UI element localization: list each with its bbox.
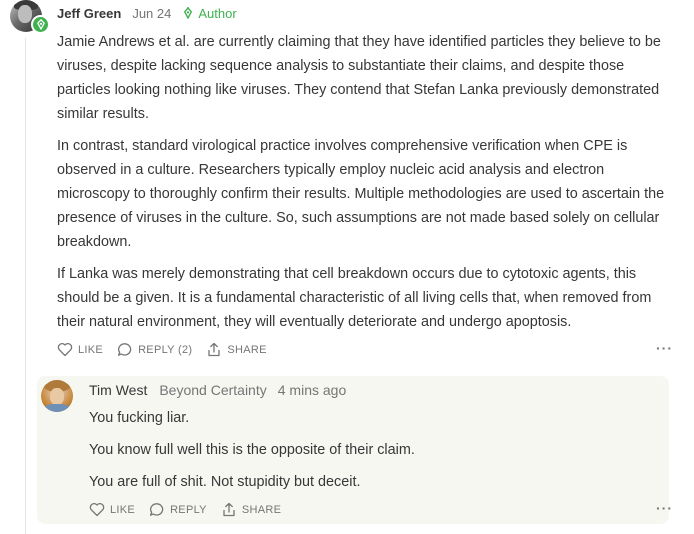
comment-paragraph: You are full of shit. Not stupidity but … [89, 474, 361, 490]
share-icon [223, 502, 235, 517]
comment-paragraph: You fucking liar. [89, 410, 190, 426]
avatar[interactable] [41, 380, 73, 412]
comment-actions: LIKE REPLY (2) SHARE [57, 342, 281, 357]
thread-line [25, 38, 26, 534]
comment-actions: LIKE REPLY SHARE [89, 502, 295, 517]
like-button[interactable]: LIKE [89, 502, 135, 517]
like-button[interactable]: LIKE [57, 342, 103, 357]
share-button[interactable]: SHARE [206, 342, 266, 357]
comment-paragraph: In contrast, standard virological practi… [57, 138, 665, 250]
author-publication[interactable]: Beyond Certainty [159, 382, 266, 398]
author-name[interactable]: Tim West [89, 382, 147, 398]
share-icon [208, 342, 220, 357]
comment-meta: Jeff Green Jun 24 Author [57, 4, 237, 22]
heart-icon [57, 342, 73, 357]
comment-date[interactable]: 4 mins ago [278, 382, 346, 398]
author-tag: Author [183, 5, 237, 21]
comment-icon [150, 503, 164, 516]
like-label: LIKE [110, 503, 136, 516]
comment-date[interactable]: Jun 24 [132, 6, 171, 21]
reply-label: REPLY (2) [138, 343, 193, 356]
comment-icon [118, 343, 132, 356]
author-pen-icon [184, 7, 193, 19]
reply-comment: Tim West Beyond Certainty 4 mins ago You… [37, 376, 672, 524]
reply-button[interactable]: REPLY (2) [117, 342, 192, 357]
comment-paragraph: Jamie Andrews et al. are currently claim… [57, 34, 661, 122]
author-tag-label: Author [198, 5, 237, 21]
share-label: SHARE [241, 503, 282, 516]
like-label: LIKE [78, 343, 104, 356]
author-badge-icon [31, 15, 50, 34]
comment-paragraph: If Lanka was merely demonstrating that c… [57, 266, 652, 330]
share-button[interactable]: SHARE [221, 502, 281, 517]
comment-meta: Tim West Beyond Certainty 4 mins ago [89, 382, 346, 398]
comment-paragraph: You know full well this is the opposite … [89, 442, 415, 458]
comment-thread: Jeff Green Jun 24 Author Jamie Andrews e… [0, 0, 694, 534]
more-icon[interactable]: ··· [656, 500, 673, 516]
reply-button[interactable]: REPLY [149, 502, 207, 517]
author-name[interactable]: Jeff Green [57, 6, 121, 21]
share-label: SHARE [227, 343, 267, 356]
more-icon[interactable]: ··· [656, 340, 673, 356]
comment-body: Jamie Andrews et al. are currently claim… [57, 30, 677, 342]
reply-label: REPLY [170, 503, 207, 516]
heart-icon [89, 502, 105, 517]
comment-body: You fucking liar. You know full well thi… [89, 406, 649, 502]
